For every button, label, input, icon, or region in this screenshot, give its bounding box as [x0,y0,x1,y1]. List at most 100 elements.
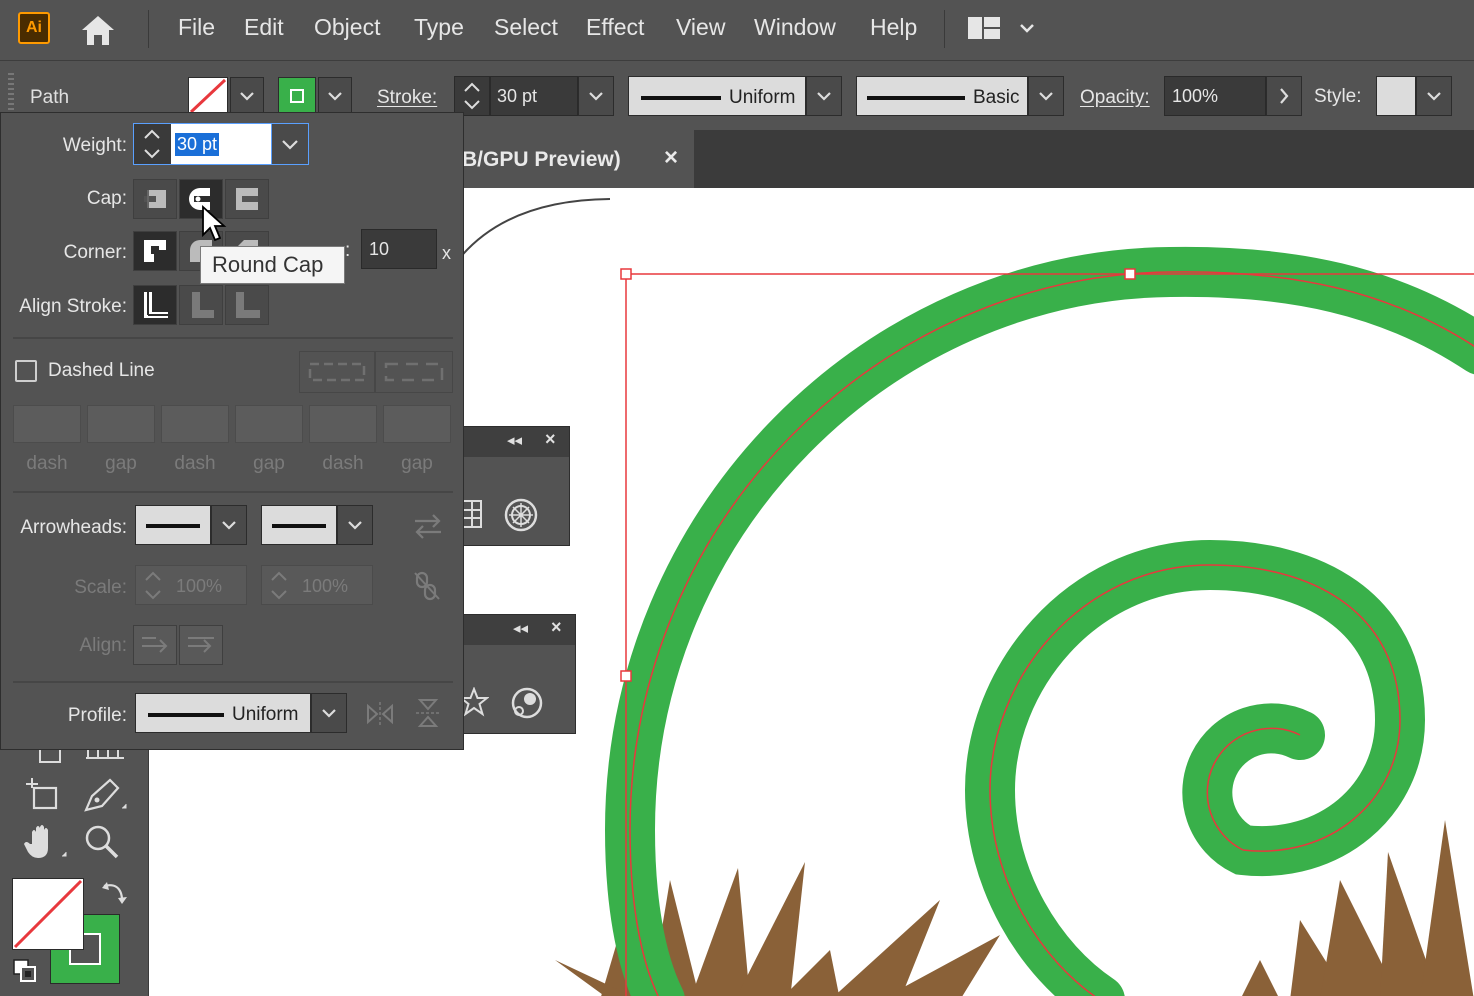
graphic-style-dropdown[interactable] [1416,76,1452,116]
graphic-style-swatch[interactable] [1376,76,1416,116]
profile-select[interactable]: Uniform [135,693,311,733]
gap-input-2[interactable] [235,405,303,443]
link-scale-icon[interactable] [411,569,443,603]
variable-width-profile-dropdown[interactable] [806,76,842,116]
arrow-tip-beyond-end-button[interactable] [133,625,177,665]
weight-stepper[interactable] [133,123,171,165]
weight-dropdown[interactable] [271,123,309,165]
stroke-swatch[interactable] [278,77,316,115]
menu-file[interactable]: File [178,14,215,41]
menu-separator [944,10,945,48]
pen-tool-icon[interactable] [82,774,128,814]
gap-label: gap [105,453,137,474]
gap-label: gap [253,453,285,474]
align-stroke-inside-button[interactable] [179,285,223,325]
limit-label-fragment: : [345,240,351,261]
opacity-label[interactable]: Opacity: [1080,87,1150,109]
align-stroke-label: Align Stroke: [19,296,127,317]
close-panel-icon[interactable]: × [551,617,562,638]
align-stroke-outside-button[interactable] [225,285,269,325]
dash-input-3[interactable] [309,405,377,443]
flip-across-icon[interactable] [413,697,443,729]
swap-arrowheads-icon[interactable] [411,511,445,541]
stroke-label[interactable]: Stroke: [377,87,437,109]
butt-cap-button[interactable] [133,179,177,219]
home-icon[interactable] [78,12,118,48]
preserve-dash-button[interactable] [299,351,375,393]
workspace-switcher-icon[interactable] [966,14,1042,42]
scale-start-stepper[interactable]: 100% [135,565,247,605]
miter-join-button[interactable] [133,231,177,271]
align-label: Align: [79,635,127,656]
scale-end-stepper[interactable]: 100% [261,565,373,605]
arrowheads-label: Arrowheads: [20,517,127,538]
variable-width-profile[interactable]: Uniform [628,76,806,116]
menu-window[interactable]: Window [754,14,836,41]
collapse-panel-icon[interactable]: ◂◂ [513,619,528,637]
dashed-line-checkbox[interactable] [15,360,37,382]
projecting-cap-button[interactable] [225,179,269,219]
hand-tool-icon[interactable] [22,822,68,862]
dash-input-2[interactable] [161,405,229,443]
appearance-sphere-icon[interactable] [509,685,545,721]
cap-label: Cap: [86,188,127,209]
profile-dropdown[interactable] [311,693,347,733]
gap-input-3[interactable] [383,405,451,443]
default-fill-stroke-icon[interactable] [12,958,38,984]
toolbar-fill-chip[interactable] [12,878,84,950]
miter-limit-unit: x [442,243,451,263]
miter-limit-input[interactable]: 10 [361,229,437,269]
round-cap-tooltip: Round Cap [200,246,345,284]
menu-view[interactable]: View [676,14,725,41]
menu-edit[interactable]: Edit [244,14,284,41]
app-logo: Ai [18,12,50,44]
arrowhead-end-dropdown[interactable] [337,505,373,545]
gap-input-1[interactable] [87,405,155,443]
symbol-sprayer-icon[interactable] [503,497,539,533]
document-tab[interactable]: B/GPU Preview) × [440,130,694,188]
opacity-input[interactable]: 100% [1164,76,1266,116]
weight-input[interactable]: 30 pt [171,123,271,165]
document-tab-title: B/GPU Preview) [462,148,621,171]
fill-swatch[interactable] [188,77,228,115]
swap-fill-stroke-icon[interactable] [100,878,128,906]
miter-limit-value: 10 [369,239,390,259]
tools-panel [0,730,149,996]
artboard-tool-icon[interactable] [22,774,62,814]
style-label: Style: [1314,86,1362,107]
stroke-weight-input[interactable]: 30 pt [490,76,578,116]
opacity-expand-button[interactable] [1266,76,1302,116]
fill-dropdown[interactable] [230,77,264,115]
menu-help[interactable]: Help [870,14,917,41]
flip-along-icon[interactable] [365,699,395,729]
brush-definition-label: Basic [973,87,1020,108]
selection-type-label: Path [30,87,70,108]
table-grid-icon[interactable] [461,499,485,529]
align-stroke-center-button[interactable] [133,285,177,325]
stroke-panel: Weight: 30 pt Cap: Corner: : 10 x Align … [0,112,464,750]
arrow-tip-at-end-button[interactable] [179,625,223,665]
dash-label: dash [26,453,68,474]
menu-select[interactable]: Select [494,14,558,41]
panel-divider [13,337,453,339]
arrowhead-start-dropdown[interactable] [211,505,247,545]
close-panel-icon[interactable]: × [545,429,556,450]
menu-object[interactable]: Object [314,14,380,41]
zoom-tool-icon[interactable] [82,822,122,862]
dash-input-1[interactable] [13,405,81,443]
stroke-weight-dropdown[interactable] [578,76,614,116]
arrowhead-end-select[interactable] [261,505,337,545]
corner-label: Corner: [63,242,127,263]
stroke-color-dropdown[interactable] [318,77,352,115]
menu-type[interactable]: Type [414,14,464,41]
arrowhead-start-select[interactable] [135,505,211,545]
menu-effect[interactable]: Effect [586,14,644,41]
document-tab-close-icon[interactable]: × [664,144,678,172]
align-dash-corners-button[interactable] [375,351,453,393]
canvas-arc-path [451,198,611,269]
brush-definition-dropdown[interactable] [1028,76,1064,116]
brush-definition[interactable]: Basic [856,76,1028,116]
profile-value: Uniform [232,704,299,725]
collapse-panel-icon[interactable]: ◂◂ [507,431,522,449]
stroke-weight-stepper[interactable] [454,76,490,116]
